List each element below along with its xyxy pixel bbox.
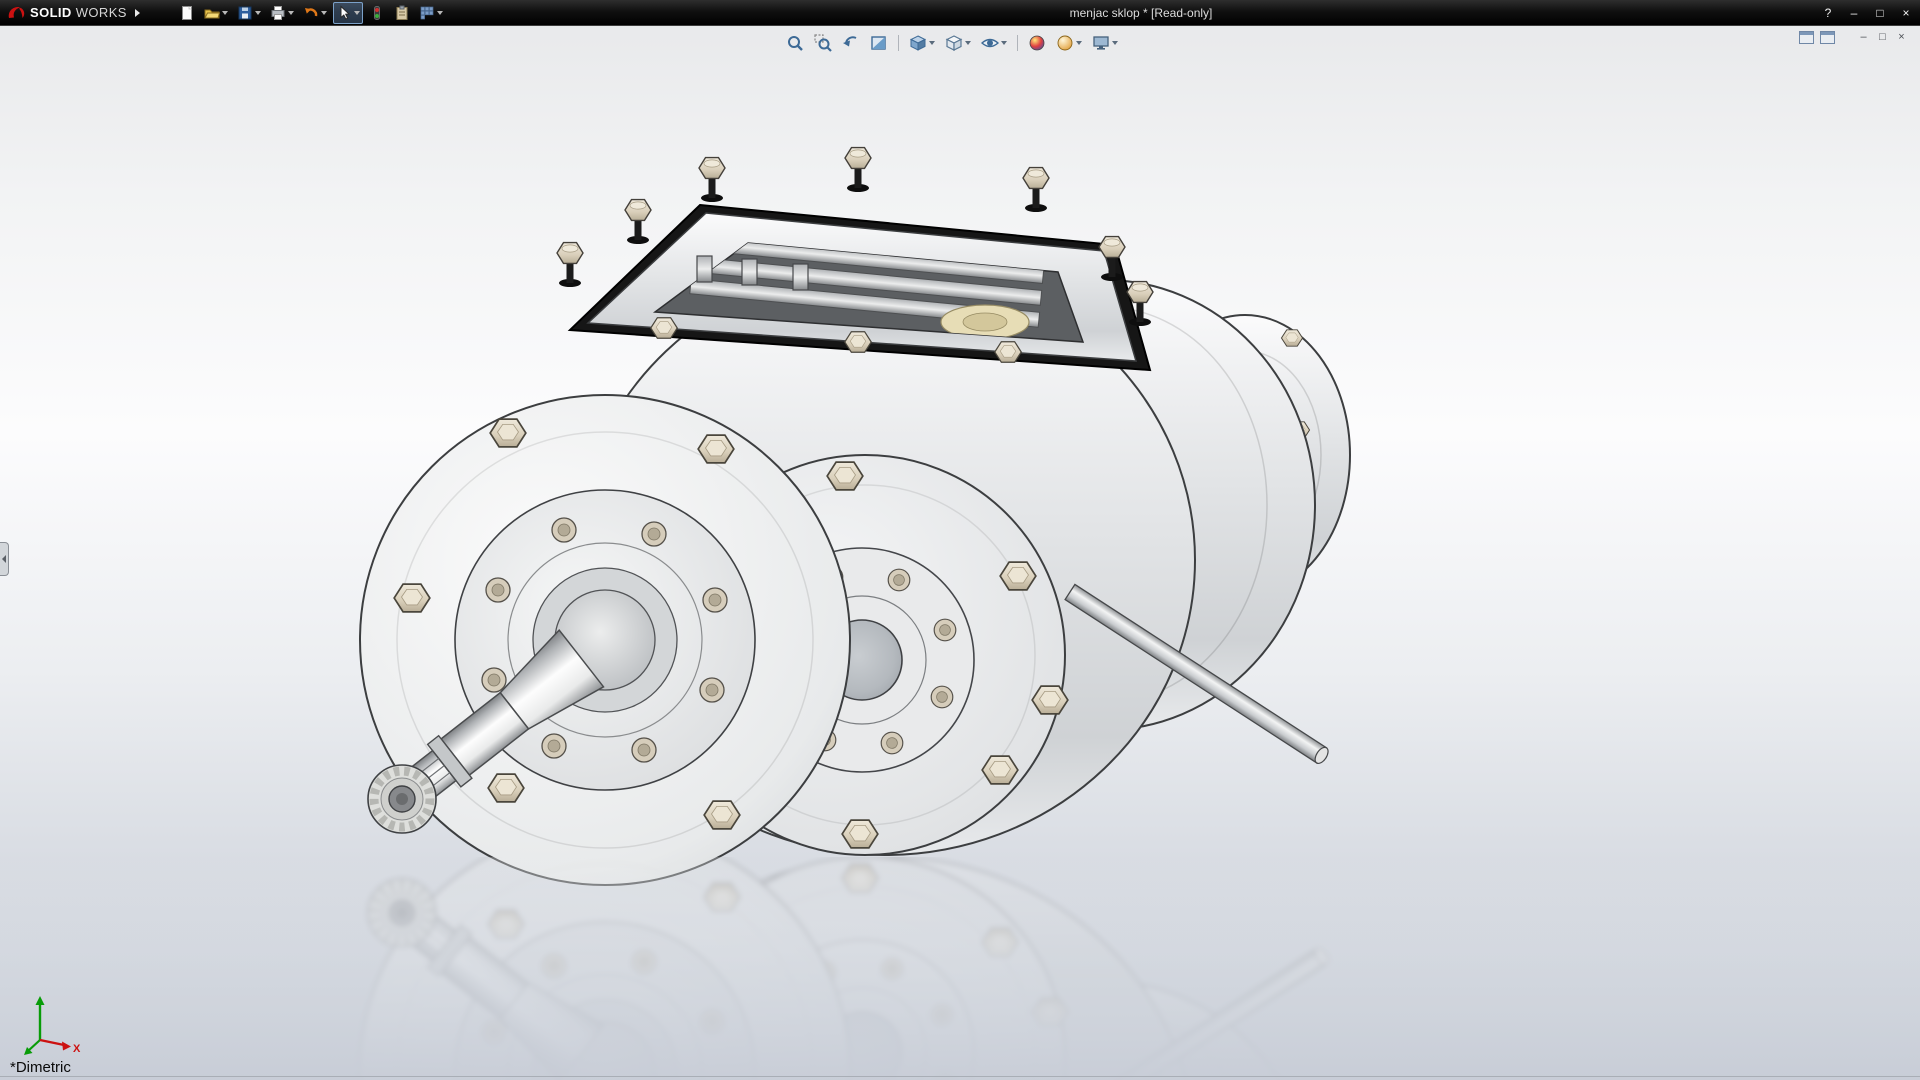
view-orientation-icon[interactable] xyxy=(906,31,938,55)
brand-works: WORKS xyxy=(76,5,127,20)
title-bar: SOLID WORKS xyxy=(0,0,1920,26)
gearbox-3d-model[interactable] xyxy=(360,148,1350,885)
restore-layout-icon[interactable] xyxy=(1799,31,1814,44)
triad-x-label: X xyxy=(73,1043,81,1055)
document-window-controls: – □ × xyxy=(1799,31,1908,44)
chevron-left-icon xyxy=(2,555,6,563)
doc-close-button[interactable]: × xyxy=(1895,31,1908,44)
section-view-icon[interactable] xyxy=(867,31,891,55)
stoplight-icon[interactable] xyxy=(366,2,388,24)
window-bottom-border xyxy=(0,1076,1920,1077)
zoom-to-fit-icon[interactable] xyxy=(783,31,807,55)
3d-viewport[interactable]: X xyxy=(0,0,1920,1080)
solidworks-window: X xyxy=(0,0,1920,1080)
view-orientation-label: *Dimetric xyxy=(10,1059,71,1076)
print-icon[interactable] xyxy=(267,2,297,24)
doc-restore-button[interactable]: □ xyxy=(1876,31,1889,44)
new-window-icon[interactable] xyxy=(1820,31,1835,44)
document-title: menjac sklop * [Read-only] xyxy=(1070,0,1213,26)
heads-up-view-toolbar xyxy=(783,31,1121,55)
zoom-to-area-icon[interactable] xyxy=(811,31,835,55)
clipboard-icon[interactable] xyxy=(391,2,413,24)
doc-minimize-button[interactable]: – xyxy=(1857,31,1870,44)
grid-options-icon[interactable] xyxy=(416,2,446,24)
window-controls: ? – □ × xyxy=(1820,0,1914,26)
dassault-logo-icon xyxy=(6,4,26,21)
view-settings-icon[interactable] xyxy=(1089,31,1121,55)
model-reflection xyxy=(0,827,1920,1080)
close-button[interactable]: × xyxy=(1898,6,1914,20)
maximize-button[interactable]: □ xyxy=(1872,6,1888,20)
previous-view-icon[interactable] xyxy=(839,31,863,55)
brand-solid: SOLID xyxy=(30,5,72,20)
gearbox-model-canvas[interactable]: X xyxy=(0,0,1920,1080)
save-icon[interactable] xyxy=(234,2,264,24)
solidworks-logo: SOLID WORKS xyxy=(0,0,148,25)
minimize-button[interactable]: – xyxy=(1846,6,1862,20)
new-document-icon[interactable] xyxy=(176,2,198,24)
edit-appearance-icon[interactable] xyxy=(1025,31,1049,55)
hide-show-items-icon[interactable] xyxy=(978,31,1010,55)
open-icon[interactable] xyxy=(201,2,231,24)
toolbar-separator xyxy=(898,35,899,51)
apply-scene-icon[interactable] xyxy=(1053,31,1085,55)
select-cursor-icon[interactable] xyxy=(333,2,363,24)
help-button[interactable]: ? xyxy=(1820,6,1836,20)
toolbar-separator xyxy=(1017,35,1018,51)
standard-toolbar xyxy=(176,2,446,24)
display-style-icon[interactable] xyxy=(942,31,974,55)
undo-icon[interactable] xyxy=(300,2,330,24)
chevron-right-icon[interactable] xyxy=(135,9,140,17)
featuremanager-collapsed-tab[interactable] xyxy=(0,542,9,576)
